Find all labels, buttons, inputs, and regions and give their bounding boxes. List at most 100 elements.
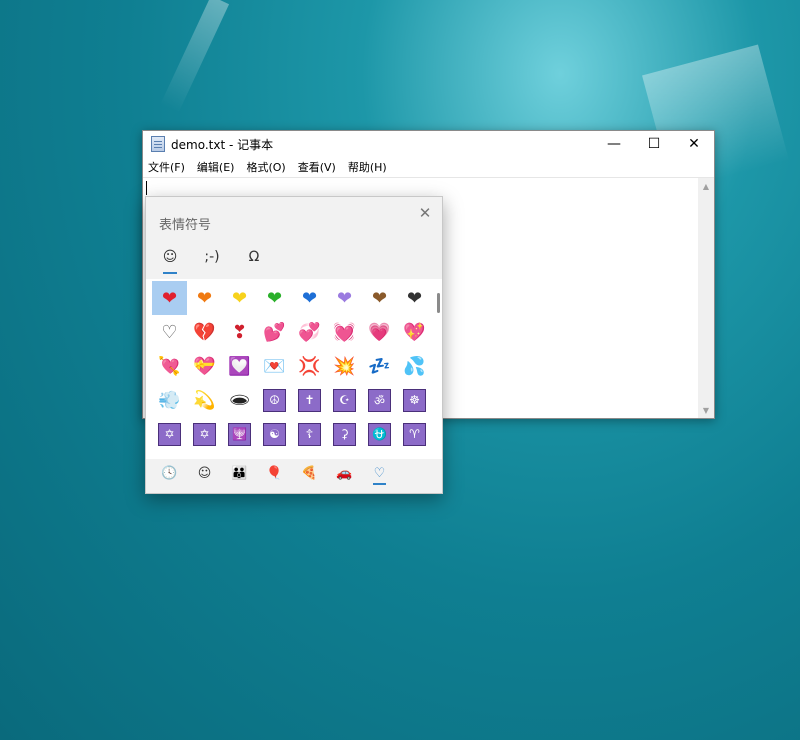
emoji-dotted-six-pointed-star[interactable]: ✡ bbox=[187, 417, 222, 451]
love-letter-icon: 💌 bbox=[263, 355, 286, 377]
smiley-tab[interactable]: ☺ bbox=[187, 459, 222, 487]
wheel-of-dharma-icon: ☸ bbox=[403, 388, 426, 412]
dashing-away-icon: 💨 bbox=[158, 389, 181, 411]
yin-yang-icon: ☯ bbox=[263, 422, 286, 446]
close-button[interactable]: ✕ bbox=[674, 131, 714, 157]
emoji-peace-symbol[interactable]: ☮ bbox=[257, 383, 292, 417]
emoji-brown-heart[interactable]: ❤ bbox=[362, 281, 397, 315]
anger-symbol-icon: 💢 bbox=[298, 355, 321, 377]
broken-heart-icon: 💔 bbox=[193, 321, 216, 343]
white-heart-icon: ♡ bbox=[161, 321, 178, 343]
emoji-menorah[interactable]: 🕎 bbox=[222, 417, 257, 451]
sweat-droplets-icon: 💦 bbox=[403, 355, 426, 377]
emoji-dizzy[interactable]: 💫 bbox=[187, 383, 222, 417]
heart-tab[interactable]: ♡ bbox=[362, 459, 397, 487]
blue-heart-icon: ❤ bbox=[301, 287, 318, 309]
aries-icon: ♈ bbox=[403, 422, 426, 446]
yellow-heart-icon: ❤ bbox=[231, 287, 248, 309]
emoji-category-tabs: ☺ ;-) Ω bbox=[146, 243, 272, 275]
menu-file[interactable]: 文件(F) bbox=[148, 159, 185, 175]
revolving-hearts-icon: 💞 bbox=[298, 321, 321, 343]
food-tab[interactable]: 🍕 bbox=[292, 459, 327, 487]
emoji-anger-symbol[interactable]: 💢 bbox=[292, 349, 327, 383]
symbols-tab[interactable]: Ω bbox=[236, 243, 272, 271]
emoji-wheel-of-dharma[interactable]: ☸ bbox=[397, 383, 432, 417]
emoji-collision[interactable]: 💥 bbox=[327, 349, 362, 383]
menu-edit[interactable]: 编辑(E) bbox=[197, 159, 235, 175]
emoji-purple-heart[interactable]: ❤ bbox=[327, 281, 362, 315]
emoji-om[interactable]: ॐ bbox=[362, 383, 397, 417]
two-hearts-icon: 💕 bbox=[263, 321, 286, 343]
red-heart-icon: ❤ bbox=[161, 287, 178, 309]
emoji-beating-heart[interactable]: 💓 bbox=[327, 315, 362, 349]
emoji-broken-heart[interactable]: 💔 bbox=[187, 315, 222, 349]
emoji-orthodox-cross[interactable]: ☦ bbox=[292, 417, 327, 451]
emoji-heart-with-arrow[interactable]: 💘 bbox=[152, 349, 187, 383]
emoji-dashing-away[interactable]: 💨 bbox=[152, 383, 187, 417]
menu-format[interactable]: 格式(O) bbox=[246, 159, 285, 175]
maximize-button[interactable]: ☐ bbox=[634, 131, 674, 157]
emoji-heart-exclamation[interactable]: ❣ bbox=[222, 315, 257, 349]
text-caret bbox=[146, 181, 147, 195]
heart-with-ribbon-icon: 💝 bbox=[193, 355, 216, 377]
title-bar[interactable]: demo.txt - 记事本 — ☐ ✕ bbox=[143, 131, 714, 157]
kaomoji-tab[interactable]: ;-) bbox=[194, 243, 230, 271]
emoji-growing-heart[interactable]: 💗 bbox=[362, 315, 397, 349]
scroll-up-arrow-icon[interactable]: ▲ bbox=[698, 178, 714, 194]
recent-tab[interactable]: 🕓 bbox=[152, 459, 187, 487]
travel-tab[interactable]: 🚗 bbox=[327, 459, 362, 487]
emoji-aries[interactable]: ♈ bbox=[397, 417, 432, 451]
om-icon: ॐ bbox=[368, 388, 391, 412]
emoji-panel-close-icon[interactable]: ✕ bbox=[414, 202, 436, 224]
emoji-blue-heart[interactable]: ❤ bbox=[292, 281, 327, 315]
minimize-button[interactable]: — bbox=[594, 131, 634, 157]
hole-icon: 🕳 bbox=[228, 389, 251, 411]
emoji-black-heart[interactable]: ❤ bbox=[397, 281, 432, 315]
collision-icon: 💥 bbox=[333, 355, 356, 377]
emoji-ophiuchus[interactable]: ⛎ bbox=[362, 417, 397, 451]
emoji-heart-decoration[interactable]: 💟 bbox=[222, 349, 257, 383]
heart-exclamation-icon: ❣ bbox=[231, 321, 248, 343]
emoji-heart-with-ribbon[interactable]: 💝 bbox=[187, 349, 222, 383]
emoji-green-heart[interactable]: ❤ bbox=[257, 281, 292, 315]
vertical-scrollbar[interactable]: ▲ ▼ bbox=[698, 178, 714, 418]
emoji-love-letter[interactable]: 💌 bbox=[257, 349, 292, 383]
menu-help[interactable]: 帮助(H) bbox=[348, 159, 387, 175]
emoji-sparkling-heart[interactable]: 💖 bbox=[397, 315, 432, 349]
scroll-down-arrow-icon[interactable]: ▼ bbox=[698, 402, 714, 418]
ophiuchus-icon: ⛎ bbox=[368, 422, 391, 446]
black-heart-icon: ❤ bbox=[406, 287, 423, 309]
emoji-revolving-hearts[interactable]: 💞 bbox=[292, 315, 327, 349]
emoji-tab[interactable]: ☺ bbox=[152, 243, 188, 274]
emoji-yin-yang[interactable]: ☯ bbox=[257, 417, 292, 451]
notepad-app-icon bbox=[151, 136, 165, 152]
emoji-latin-cross[interactable]: ✝ bbox=[292, 383, 327, 417]
emoji-white-heart[interactable]: ♡ bbox=[152, 315, 187, 349]
star-and-crescent-icon: ☪ bbox=[333, 388, 356, 412]
emoji-star-and-crescent[interactable]: ☪ bbox=[327, 383, 362, 417]
celebration-tab[interactable]: 🎈 bbox=[257, 459, 292, 487]
emoji-two-hearts[interactable]: 💕 bbox=[257, 315, 292, 349]
emoji-zzz[interactable]: 💤 bbox=[362, 349, 397, 383]
latin-cross-icon: ✝ bbox=[298, 388, 321, 412]
menu-view[interactable]: 查看(V) bbox=[298, 159, 336, 175]
menorah-icon: 🕎 bbox=[228, 422, 251, 446]
emoji-yellow-heart[interactable]: ❤ bbox=[222, 281, 257, 315]
emoji-hole[interactable]: 🕳 bbox=[222, 383, 257, 417]
emoji-place-of-worship[interactable]: ⚳ bbox=[327, 417, 362, 451]
window-title: demo.txt - 记事本 bbox=[171, 137, 274, 152]
growing-heart-icon: 💗 bbox=[368, 321, 391, 343]
emoji-panel: 表情符号 ✕ ☺ ;-) Ω ❤ ❤ ❤ ❤ ❤ ❤ ❤ ❤ ♡ 💔 ❣ 💕 💞 💓 💗 💖 💘 💝 💟 💌 💢 💥 💤 💦 💨 💫 🕳… bbox=[145, 196, 443, 494]
emoji-sweat-droplets[interactable]: 💦 bbox=[397, 349, 432, 383]
emoji-grid-area: ❤ ❤ ❤ ❤ ❤ ❤ ❤ ❤ ♡ 💔 ❣ 💕 💞 💓 💗 💖 💘 💝 💟 💌 💢 💥 💤 💦 💨 💫 🕳 ☮ ✝ ☪ ॐ ☸ ✡ ✡ 🕎 ☯ ☦ ⚳ ⛎ ♈ bbox=[146, 279, 442, 459]
emoji-grid-scrollbar[interactable] bbox=[437, 293, 440, 313]
emoji-star-of-david[interactable]: ✡ bbox=[152, 417, 187, 451]
sparkling-heart-icon: 💖 bbox=[403, 321, 426, 343]
emoji-red-heart[interactable]: ❤ bbox=[152, 281, 187, 315]
heart-with-arrow-icon: 💘 bbox=[158, 355, 181, 377]
zzz-icon: 💤 bbox=[368, 355, 391, 377]
people-tab[interactable]: 👪 bbox=[222, 459, 257, 487]
brown-heart-icon: ❤ bbox=[371, 287, 388, 309]
peace-symbol-icon: ☮ bbox=[263, 388, 286, 412]
emoji-orange-heart[interactable]: ❤ bbox=[187, 281, 222, 315]
